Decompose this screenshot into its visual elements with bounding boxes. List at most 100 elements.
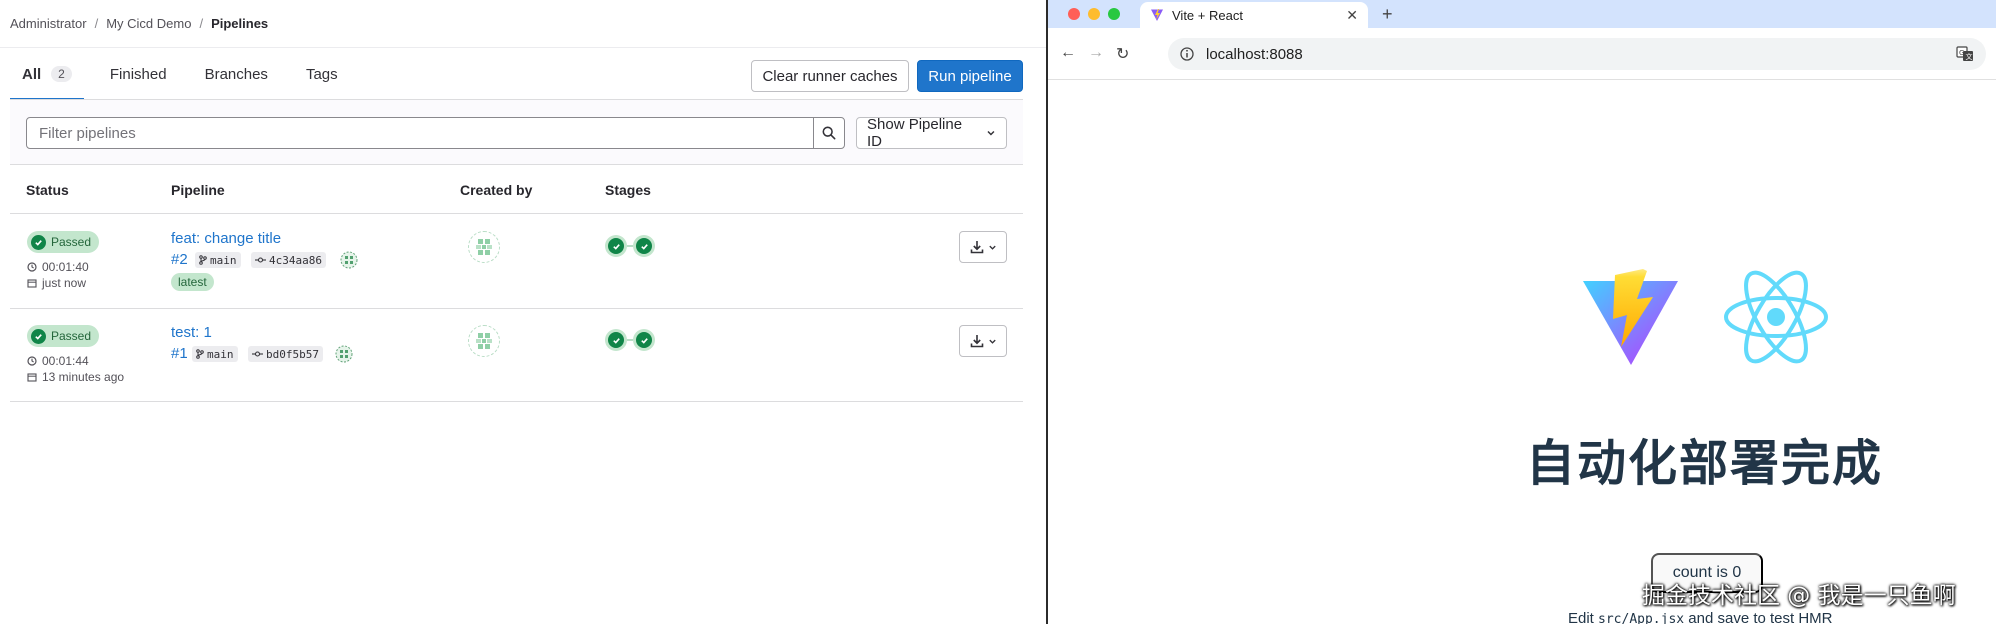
edit-hint-file: src/App.jsx (1598, 612, 1685, 624)
creator-avatar[interactable] (468, 231, 500, 263)
translate-icon[interactable]: G文 (1956, 46, 1974, 62)
commit-author-avatar-icon[interactable] (340, 251, 358, 269)
filter-pipelines-input[interactable]: Filter pipelines (26, 117, 814, 149)
finished-time: 13 minutes ago (27, 370, 124, 384)
duration-value: 00:01:44 (42, 354, 89, 368)
breadcrumb-administrator[interactable]: Administrator (10, 16, 87, 31)
stage-status-icon[interactable] (633, 235, 655, 257)
commit-sha: bd0f5b57 (266, 347, 319, 361)
window-close-button[interactable] (1068, 8, 1080, 20)
tab-finished-label: Finished (109, 65, 167, 83)
branch-chip[interactable]: main (195, 252, 241, 268)
calendar-icon (27, 373, 37, 382)
latest-badge: latest (171, 273, 214, 291)
branch-chip[interactable]: main (192, 346, 238, 362)
status-badge[interactable]: Passed (27, 231, 100, 253)
stage-status-icon[interactable] (605, 329, 627, 351)
branch-name: main (210, 253, 237, 267)
reload-icon[interactable]: ↻ (1116, 44, 1129, 64)
status-label: Passed (51, 235, 92, 249)
stage-status-icon[interactable] (633, 329, 655, 351)
chevron-down-icon (988, 339, 996, 344)
run-pipeline-button[interactable]: Run pipeline (917, 60, 1023, 92)
page-heading: 自动化部署完成 (1526, 435, 1884, 492)
branch-icon (199, 255, 207, 265)
browser-tabstrip: Vite + React ✕ + (1048, 0, 1996, 28)
commit-sha: 4c34aa86 (269, 253, 322, 267)
edit-hint-suffix: and save to test HMR (1684, 610, 1833, 624)
site-info-icon[interactable] (1180, 47, 1194, 61)
edit-hint: Edit src/App.jsx and save to test HMR (1568, 610, 1833, 624)
show-pipeline-id-dropdown[interactable]: Show Pipeline ID (856, 116, 1007, 150)
svg-text:G: G (1959, 49, 1964, 57)
finished-time-value: just now (42, 276, 87, 290)
tab-tags[interactable]: Tags (294, 48, 350, 100)
download-artifacts-button[interactable] (959, 325, 1007, 357)
check-circle-icon (636, 332, 652, 348)
row-divider (10, 308, 1023, 309)
window-minimize-button[interactable] (1088, 8, 1100, 20)
pipeline-id-link[interactable]: #2 (171, 251, 188, 268)
breadcrumb-separator: / (94, 16, 99, 31)
creator-avatar[interactable] (468, 325, 500, 357)
check-circle-icon (31, 234, 46, 250)
pipeline-title-link[interactable]: test: 1 (171, 324, 212, 341)
vite-favicon-icon (1151, 9, 1163, 21)
clear-runner-caches-button[interactable]: Clear runner caches (751, 60, 909, 92)
tab-all[interactable]: All 2 (10, 48, 84, 100)
commit-author-avatar-icon[interactable] (335, 345, 353, 363)
pipeline-id-link[interactable]: #1 (171, 345, 188, 362)
calendar-icon (27, 279, 37, 288)
commit-icon (255, 257, 266, 263)
browser-toolbar: ← → ↻ localhost:8088 G文 (1048, 28, 1996, 80)
column-header-status: Status (26, 182, 69, 198)
tab-tags-label: Tags (305, 65, 338, 83)
forward-icon[interactable]: → (1088, 44, 1104, 62)
column-header-pipeline: Pipeline (171, 182, 225, 198)
breadcrumb-pipelines[interactable]: Pipelines (211, 16, 268, 31)
edit-hint-prefix: Edit (1568, 610, 1599, 624)
gitlab-pipelines-pane: Administrator / My Cicd Demo / Pipelines… (0, 0, 1046, 624)
identicon-icon (476, 333, 492, 349)
identicon-icon (476, 239, 492, 255)
tab-finished[interactable]: Finished (98, 48, 179, 100)
commit-chip[interactable]: bd0f5b57 (248, 346, 323, 362)
download-icon (970, 241, 983, 254)
chevron-down-icon (988, 245, 996, 250)
show-pipeline-id-label: Show Pipeline ID (867, 116, 963, 150)
browser-tab[interactable]: Vite + React ✕ (1140, 2, 1368, 28)
download-artifacts-button[interactable] (959, 231, 1007, 263)
breadcrumb-project[interactable]: My Cicd Demo (106, 16, 191, 31)
chevron-down-icon (987, 130, 995, 136)
react-logo-icon[interactable] (1722, 265, 1830, 369)
stage-status-icon[interactable] (605, 235, 627, 257)
row-divider (10, 401, 1023, 402)
branch-icon (196, 349, 204, 359)
commit-chip[interactable]: 4c34aa86 (251, 252, 326, 268)
pipeline-title-link[interactable]: feat: change title (171, 230, 281, 247)
column-header-stages: Stages (605, 182, 651, 198)
tab-branches[interactable]: Branches (193, 48, 280, 100)
tab-all-count: 2 (51, 66, 72, 82)
tab-close-icon[interactable]: ✕ (1346, 7, 1358, 24)
new-tab-icon[interactable]: + (1382, 4, 1393, 25)
breadcrumb-separator: / (199, 16, 204, 31)
duration: 00:01:40 (27, 260, 89, 274)
pipeline-tabs: All 2 Finished Branches Tags (10, 48, 364, 100)
download-icon (970, 335, 983, 348)
browser-tab-title: Vite + React (1172, 7, 1243, 23)
check-circle-icon (608, 238, 624, 254)
browser-window: Vite + React ✕ + ← → ↻ localhost:8088 G文 (1048, 0, 1996, 624)
svg-text:文: 文 (1966, 52, 1973, 61)
app-page: 自动化部署完成 count is 0 Edit src/App.jsx and … (1048, 80, 1996, 624)
address-bar[interactable]: localhost:8088 G文 (1168, 38, 1986, 70)
clock-icon (27, 262, 37, 272)
back-icon[interactable]: ← (1060, 44, 1076, 62)
window-zoom-button[interactable] (1108, 8, 1120, 20)
check-circle-icon (31, 328, 46, 344)
tab-all-label: All (22, 65, 42, 83)
finished-time-value: 13 minutes ago (42, 370, 125, 384)
filter-search-button[interactable] (813, 117, 845, 149)
status-badge[interactable]: Passed (27, 325, 100, 347)
vite-logo-icon[interactable] (1581, 267, 1680, 367)
